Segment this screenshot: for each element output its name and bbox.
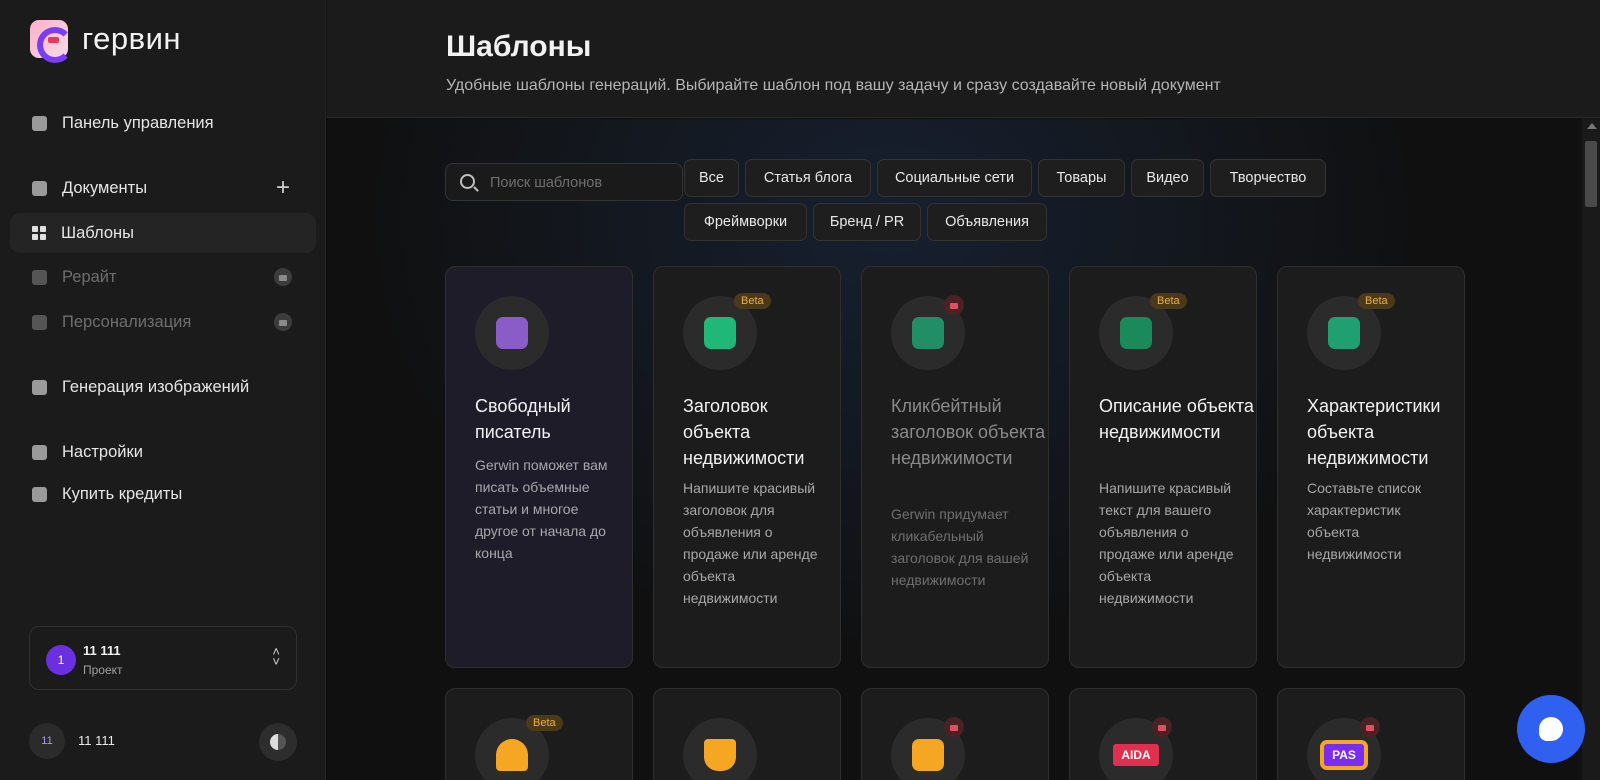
sidebar-item-image-generation[interactable]: Генерация изображений [10,367,316,407]
template-card[interactable]: PAS [1277,688,1465,780]
template-card[interactable] [653,688,841,780]
template-title: Кликбейтный заголовок объекта недвижимос… [891,396,1046,468]
filter-creativity[interactable]: Творчество [1210,159,1326,197]
logo[interactable]: гервин [30,20,182,63]
filter-video[interactable]: Видео [1131,159,1204,197]
template-card-property-features[interactable]: Beta Характеристики объекта недвижимости… [1277,266,1465,668]
sidebar-item-documents[interactable]: Документы + [10,168,316,208]
sidebar-item-templates[interactable]: Шаблоны [10,213,316,253]
avatar[interactable]: 11 [29,723,65,759]
scrollbar-thumb[interactable] [1585,141,1597,207]
template-card-property-headline[interactable]: Beta Заголовок объекта недвижимости Напи… [653,266,841,668]
personalization-icon [32,314,47,330]
filter-all[interactable]: Все [684,159,739,197]
chevron-updown-icon: ˄ ˅ [272,644,280,669]
document-icon [32,180,47,196]
settings-icon [32,444,47,460]
template-description: Gerwin придумает кликабельный заголовок … [891,506,1029,588]
lock-icon [944,717,964,737]
project-badge: 1 [46,645,76,675]
image-icon [32,379,47,395]
filter-ads[interactable]: Объявления [927,203,1047,241]
filter-products[interactable]: Товары [1038,159,1125,197]
sidebar-item-dashboard[interactable]: Панель управления [10,103,316,143]
filter-frameworks[interactable]: Фреймворки [684,203,807,241]
basket-icon [683,718,757,780]
rewrite-icon [32,269,47,285]
sidebar-item-buy-credits[interactable]: Купить кредиты [10,474,316,514]
beta-badge: Beta [734,293,771,309]
add-document-button[interactable]: + [276,174,290,202]
beta-badge: Beta [1358,293,1395,309]
page-header: Шаблоны Удобные шаблоны генераций. Выбир… [327,0,1600,118]
template-title: Характеристики объекта недвижимости [1307,396,1441,468]
search-input[interactable] [490,173,670,193]
beta-badge: Beta [1150,293,1187,309]
filter-brand-pr[interactable]: Бренд / PR [813,203,921,241]
lock-icon [274,313,292,331]
template-card[interactable]: AIDA [1069,688,1257,780]
theme-toggle-button[interactable] [259,723,297,761]
filter-blog-article[interactable]: Статья блога [745,159,871,197]
grid-icon [32,226,46,240]
template-card-free-writer[interactable]: Свободный писатель Gerwin поможет вам пи… [445,266,633,668]
project-name: 11 111 [83,643,121,658]
aida-label: AIDA [1113,744,1159,766]
sidebar-item-label: Шаблоны [61,223,134,242]
template-title: Заголовок объекта недвижимости [683,396,805,468]
home-icon [32,115,47,131]
template-card-property-description[interactable]: Beta Описание объекта недвижимости Напиш… [1069,266,1257,668]
page-subtitle: Удобные шаблоны генераций. Выбирайте шаб… [446,77,1221,94]
logo-icon [30,20,73,63]
lock-icon [1152,717,1172,737]
template-description: Напишите красивый текст для вашего объяв… [1099,480,1234,606]
project-label: Проект [83,663,123,677]
sidebar-item-label: Купить кредиты [62,484,183,503]
user-name: 11 111 [78,733,115,748]
template-description: Составьте список характеристик объекта н… [1307,480,1421,562]
document-icon [475,296,549,370]
template-title: Свободный писатель [475,396,571,442]
beta-badge: Beta [526,715,563,731]
sidebar: гервин Панель управления Документы + Шаб… [0,0,326,780]
page-title: Шаблоны [446,30,592,63]
sidebar-item-label: Панель управления [62,113,214,132]
templates-content: Все Статья блога Социальные сети Товары … [327,119,1582,780]
template-title: Описание объекта недвижимости [1099,396,1254,442]
filter-social-networks[interactable]: Социальные сети [877,159,1032,197]
template-card[interactable]: Beta [445,688,633,780]
sidebar-item-rewrite[interactable]: Рерайт [10,257,316,297]
lock-icon [274,268,292,286]
logo-text: гервин [82,21,182,56]
pas-label: PAS [1324,744,1364,766]
template-description: Gerwin поможет вам писать объемные стать… [475,457,608,561]
sidebar-item-label: Настройки [62,442,143,461]
scroll-up-arrow-icon[interactable] [1587,123,1597,129]
chat-support-button[interactable] [1517,695,1585,763]
sidebar-item-label: Генерация изображений [62,377,250,396]
project-selector[interactable]: 1 11 111 Проект ˄ ˅ [29,626,297,690]
scrollbar[interactable] [1582,119,1600,780]
sidebar-item-personalization[interactable]: Персонализация [10,302,316,342]
sidebar-item-label: Персонализация [62,312,192,331]
lock-icon [1360,717,1380,737]
sidebar-item-settings[interactable]: Настройки [10,432,316,472]
template-description: Напишите красивый заголовок для объявлен… [683,480,818,606]
sidebar-item-label: Документы [62,178,148,197]
dollar-icon [32,486,47,502]
search-box[interactable] [445,163,683,201]
template-card-clickbait-headline[interactable]: Кликбейтный заголовок объекта недвижимос… [861,266,1049,668]
template-card[interactable] [861,688,1049,780]
lock-icon [944,295,964,315]
sidebar-item-label: Рерайт [62,267,117,286]
search-icon [460,174,475,189]
